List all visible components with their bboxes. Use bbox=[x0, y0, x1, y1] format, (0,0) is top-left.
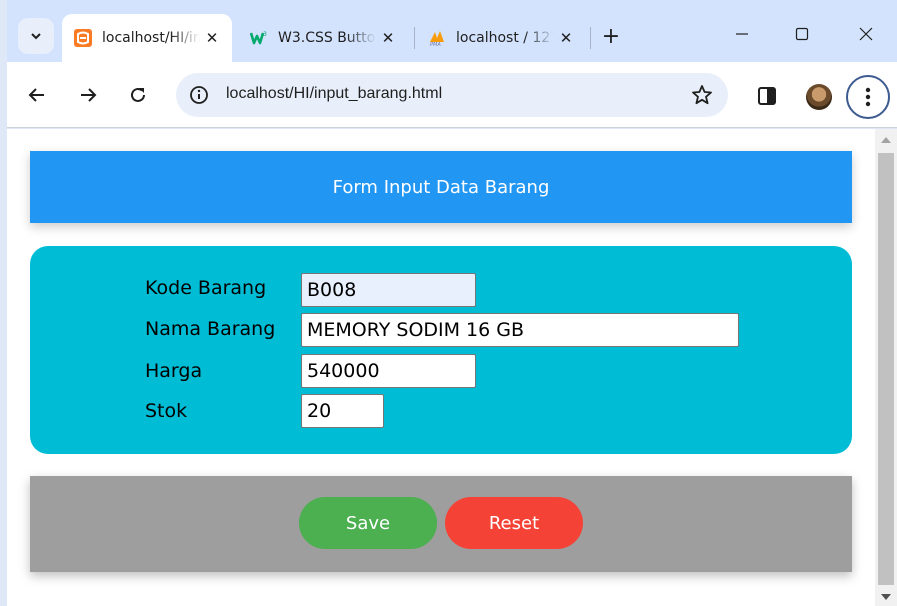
button-bar: Save Reset bbox=[30, 476, 852, 572]
minimize-icon bbox=[736, 33, 748, 35]
forward-button[interactable] bbox=[71, 78, 105, 112]
side-panel-icon[interactable] bbox=[757, 86, 777, 106]
scroll-up-arrow-icon[interactable] bbox=[881, 137, 891, 143]
close-tab-icon[interactable]: ✕ bbox=[376, 26, 400, 50]
input-form: Kode Barang B008 Nama Barang MEMORY SODI… bbox=[30, 246, 852, 454]
vertical-scrollbar[interactable] bbox=[875, 129, 897, 606]
tab-title: localhost / 127.0.0.1 bbox=[456, 30, 554, 46]
xampp-icon bbox=[74, 29, 92, 47]
tab-separator bbox=[590, 27, 591, 49]
reload-button[interactable] bbox=[121, 78, 155, 112]
tab-title: W3.CSS Buttons bbox=[278, 30, 376, 46]
tab-input-barang[interactable]: localhost/HI/input_barang.html ✕ bbox=[62, 14, 232, 62]
scroll-down-arrow-icon[interactable] bbox=[881, 594, 891, 600]
bookmark-star-icon[interactable] bbox=[690, 83, 714, 107]
save-button[interactable]: Save bbox=[299, 497, 437, 549]
profile-avatar[interactable] bbox=[806, 84, 832, 110]
chevron-down-icon bbox=[31, 33, 41, 40]
tab-strip: localhost/HI/input_barang.html ✕ 3 W3.CS… bbox=[0, 0, 897, 62]
w3schools-icon: 3 bbox=[250, 31, 267, 45]
reload-icon bbox=[131, 87, 145, 102]
back-button[interactable] bbox=[20, 78, 54, 112]
page-header: Form Input Data Barang bbox=[30, 151, 852, 223]
site-info-icon[interactable] bbox=[188, 84, 210, 106]
url-text[interactable]: localhost/HI/input_barang.html bbox=[226, 85, 442, 103]
nama-barang-input[interactable]: MEMORY SODIM 16 GB bbox=[301, 313, 739, 347]
svg-text:3: 3 bbox=[263, 31, 267, 38]
harga-input[interactable]: 540000 bbox=[301, 354, 476, 388]
minimize-button[interactable] bbox=[722, 18, 762, 50]
address-bar[interactable]: localhost/HI/input_barang.html bbox=[176, 73, 728, 117]
stok-input[interactable]: 20 bbox=[301, 394, 384, 428]
reset-button[interactable]: Reset bbox=[445, 497, 583, 549]
svg-text:PMA: PMA bbox=[430, 42, 441, 47]
maximize-icon bbox=[795, 27, 809, 41]
tab-search-button[interactable] bbox=[18, 18, 54, 54]
tab-separator bbox=[414, 27, 415, 49]
label-stok: Stok bbox=[145, 400, 188, 422]
label-kode-barang: Kode Barang bbox=[145, 277, 267, 299]
tab-title: localhost/HI/input_barang.html bbox=[102, 30, 200, 46]
maximize-button[interactable] bbox=[782, 18, 822, 50]
close-window-button[interactable] bbox=[846, 18, 886, 50]
close-tab-icon[interactable]: ✕ bbox=[554, 26, 578, 50]
page-viewport: Form Input Data Barang Kode Barang B008 … bbox=[7, 129, 875, 606]
close-tab-icon[interactable]: ✕ bbox=[200, 26, 224, 50]
close-icon bbox=[859, 27, 873, 41]
tab-w3css[interactable]: 3 W3.CSS Buttons ✕ bbox=[238, 18, 408, 58]
phpmyadmin-icon: PMA bbox=[430, 31, 444, 47]
new-tab-button[interactable]: + bbox=[597, 22, 625, 50]
window-frame bbox=[0, 0, 7, 606]
scrollbar-thumb[interactable] bbox=[878, 153, 894, 585]
arrow-right-icon bbox=[81, 88, 97, 102]
label-nama-barang: Nama Barang bbox=[145, 318, 276, 340]
arrow-left-icon bbox=[28, 88, 44, 102]
browser-menu-button[interactable] bbox=[846, 75, 890, 119]
kode-barang-input[interactable]: B008 bbox=[301, 273, 476, 307]
more-vertical-icon bbox=[865, 87, 871, 107]
tab-phpmyadmin[interactable]: PMA localhost / 127.0.0.1 ✕ bbox=[416, 18, 586, 58]
label-harga: Harga bbox=[145, 360, 203, 382]
